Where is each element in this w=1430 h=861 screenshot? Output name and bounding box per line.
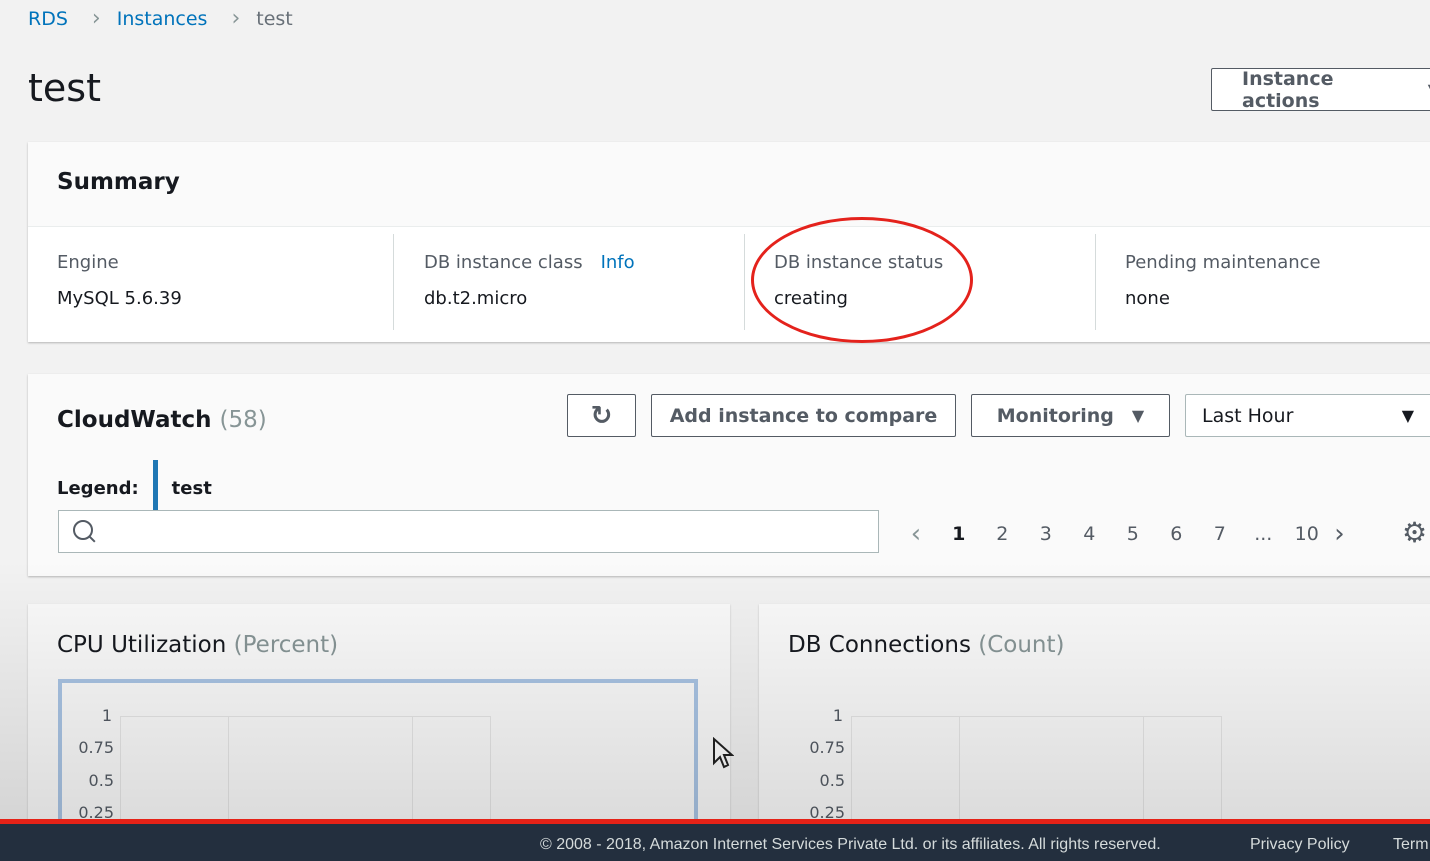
engine-value: MySQL 5.6.39 bbox=[57, 288, 182, 309]
page-number[interactable]: 4 bbox=[1068, 523, 1112, 545]
pagination: ‹ 1 2 3 4 5 6 7 ... 10 › bbox=[905, 519, 1351, 549]
breadcrumb-rds-link[interactable]: RDS bbox=[28, 8, 68, 30]
y-tick-label: 1 bbox=[101, 706, 112, 725]
metrics-search-input[interactable] bbox=[58, 510, 879, 553]
chevron-right-icon: › bbox=[231, 6, 241, 31]
legend-color-swatch bbox=[152, 460, 158, 516]
engine-label: Engine bbox=[57, 252, 119, 273]
y-tick-label: 0.5 bbox=[819, 771, 845, 790]
chart-title-text: CPU Utilization bbox=[57, 632, 227, 658]
time-range-value: Last Hour bbox=[1202, 404, 1294, 427]
breadcrumb: RDS › Instances › test bbox=[28, 6, 293, 31]
page-number[interactable]: 6 bbox=[1155, 523, 1199, 545]
chart-title-text: DB Connections bbox=[788, 632, 971, 658]
chart-unit: (Count) bbox=[978, 632, 1065, 658]
cloudwatch-title-text: CloudWatch bbox=[57, 407, 212, 433]
page-ellipsis: ... bbox=[1254, 523, 1273, 545]
page-number[interactable]: 3 bbox=[1024, 523, 1068, 545]
terms-link[interactable]: Term bbox=[1393, 836, 1429, 854]
breadcrumb-current: test bbox=[256, 7, 293, 30]
legend: Legend: test bbox=[57, 460, 212, 516]
monitoring-button[interactable]: Monitoring ▼ bbox=[971, 394, 1170, 437]
time-range-select[interactable]: Last Hour ▼ bbox=[1185, 394, 1430, 437]
y-tick-label: 0.5 bbox=[88, 771, 114, 790]
y-tick-label: 1 bbox=[832, 706, 843, 725]
instance-actions-button[interactable]: Instance actions ▼ bbox=[1211, 67, 1430, 112]
cpu-utilization-chart: CPU Utilization (Percent) 1 0.75 0.5 0.2… bbox=[28, 604, 730, 849]
add-instance-to-compare-button[interactable]: Add instance to compare bbox=[651, 394, 956, 437]
copyright-text: © 2008 - 2018, Amazon Internet Services … bbox=[540, 836, 1161, 853]
search-icon bbox=[73, 520, 93, 540]
status-highlight-circle bbox=[751, 217, 973, 343]
caret-down-icon: ▼ bbox=[1131, 406, 1145, 425]
summary-panel: Summary Engine MySQL 5.6.39 DB instance … bbox=[28, 142, 1430, 342]
mouse-cursor-icon bbox=[712, 736, 735, 773]
db-connections-chart: DB Connections (Count) 1 0.75 0.5 0.25 bbox=[759, 604, 1430, 844]
refresh-icon: ↻ bbox=[590, 400, 613, 431]
divider bbox=[393, 234, 394, 330]
gear-icon[interactable]: ⚙ bbox=[1402, 516, 1427, 549]
page-number[interactable]: 5 bbox=[1111, 523, 1155, 545]
legend-label: Legend: bbox=[57, 477, 139, 499]
monitoring-label: Monitoring bbox=[996, 404, 1114, 427]
legend-item: test bbox=[171, 477, 212, 499]
page-number[interactable]: 2 bbox=[981, 523, 1025, 545]
refresh-button[interactable]: ↻ bbox=[567, 394, 636, 437]
cloudwatch-title: CloudWatch (58) bbox=[57, 407, 267, 433]
footer: © 2008 - 2018, Amazon Internet Services … bbox=[0, 824, 1430, 861]
chevron-right-icon: › bbox=[91, 6, 101, 31]
y-tick-label: 0.75 bbox=[809, 738, 845, 757]
page-number[interactable]: 7 bbox=[1198, 523, 1242, 545]
pending-maintenance-value: none bbox=[1125, 288, 1170, 309]
page-title: test bbox=[28, 66, 101, 110]
info-link[interactable]: Info bbox=[601, 252, 635, 273]
breadcrumb-instances-link[interactable]: Instances bbox=[117, 8, 208, 30]
instance-actions-label: Instance actions bbox=[1242, 67, 1334, 112]
chart-unit: (Percent) bbox=[233, 632, 339, 658]
chart-title: DB Connections (Count) bbox=[788, 632, 1064, 658]
page-number[interactable]: 10 bbox=[1285, 523, 1329, 545]
y-tick-label: 0.75 bbox=[78, 738, 114, 757]
divider bbox=[744, 234, 745, 330]
page-number[interactable]: 1 bbox=[937, 523, 981, 545]
privacy-policy-link[interactable]: Privacy Policy bbox=[1250, 836, 1350, 854]
pending-maintenance-label: Pending maintenance bbox=[1125, 252, 1321, 273]
cloudwatch-count: (58) bbox=[219, 407, 267, 433]
divider bbox=[1095, 234, 1096, 330]
summary-heading: Summary bbox=[57, 169, 180, 195]
next-page-icon[interactable]: › bbox=[1329, 519, 1351, 549]
instance-class-value: db.t2.micro bbox=[424, 288, 528, 309]
caret-down-icon: ▼ bbox=[1401, 406, 1414, 425]
previous-page-icon[interactable]: ‹ bbox=[905, 519, 927, 549]
chart-title: CPU Utilization (Percent) bbox=[57, 632, 338, 658]
instance-class-label: DB instance class bbox=[424, 252, 583, 273]
